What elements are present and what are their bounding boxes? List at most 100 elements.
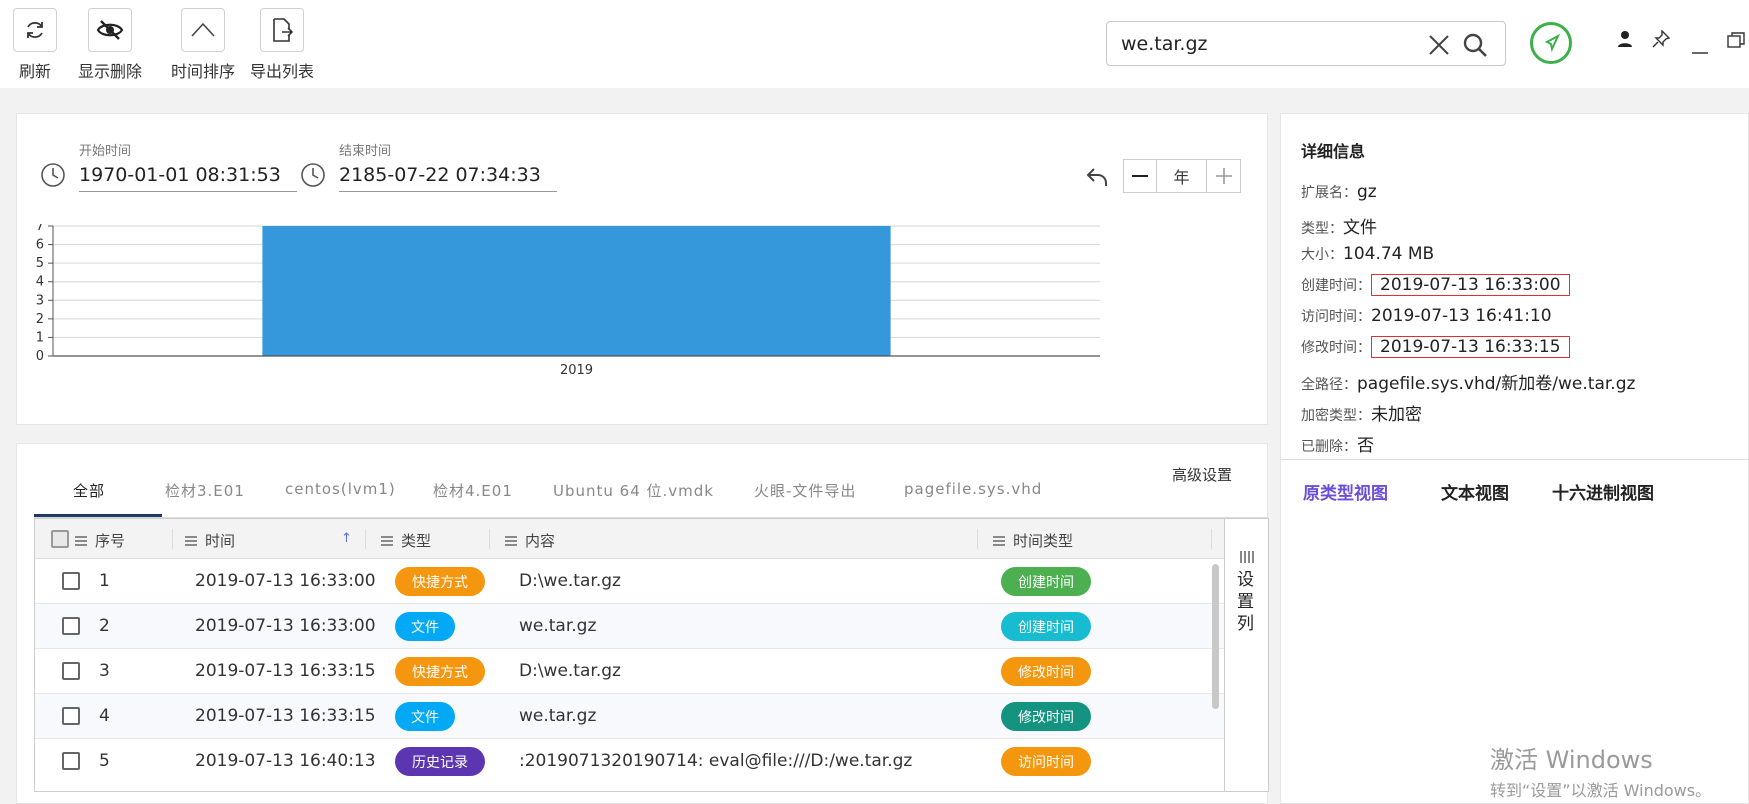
columns-icon [1240,551,1254,563]
y-tick-label: 1 [36,330,44,345]
zoom-unit[interactable]: 年 [1157,159,1207,193]
field-value: 否 [1357,436,1374,456]
y-tick-label: 3 [36,293,44,308]
column-menu-icon[interactable] [185,532,197,550]
time-sort-button[interactable]: 时间排序 [171,8,235,82]
export-list-button[interactable]: 导出列表 [250,8,314,82]
column-settings-button[interactable]: 设置列 [1224,519,1268,791]
pin-icon[interactable] [1652,29,1671,52]
column-separator [489,529,490,549]
cell-time: 2019-07-13 16:33:15 [195,706,376,726]
row-checkbox[interactable] [62,617,80,635]
table-row[interactable]: 5 2019-07-13 16:40:13 历史记录 :201907132019… [35,739,1225,791]
time-type-badge: 访问时间 [1001,747,1091,776]
detail-panel: 详细信息 扩展名：gz 类型：文件 大小：104.74 MB 创建时间： 2019… [1280,113,1749,804]
header-content[interactable]: 内容 [525,530,555,551]
y-tick-label: 0 [36,349,44,364]
export-file-icon [260,8,304,52]
field-value-highlighted: 2019-07-13 16:33:00 [1371,274,1570,296]
table-row[interactable]: 4 2019-07-13 16:33:15 文件 we.tar.gz 修改时间 [35,694,1225,739]
tab-file-export[interactable]: 火眼-文件导出 [754,480,856,501]
search-icon[interactable] [1462,32,1488,62]
cell-index: 2 [99,616,110,636]
user-icon[interactable] [1617,30,1633,52]
type-badge: 文件 [395,702,455,731]
start-time-label: 开始时间 [79,144,132,159]
restore-icon[interactable] [1727,32,1745,52]
header-type[interactable]: 类型 [401,530,431,551]
vertical-scrollbar[interactable] [1212,564,1219,709]
cell-index: 5 [99,751,110,771]
app-window: { "toolbar": { "refresh_label": "刷新", "s… [0,0,1749,804]
time-sort-label: 时间排序 [171,62,236,81]
end-time-field[interactable]: 2185-07-22 07:34:33 [339,158,557,192]
table-row[interactable]: 1 2019-07-13 16:33:00 快捷方式 D:\we.tar.gz … [35,559,1225,604]
zoom-out-button[interactable] [1123,159,1157,193]
select-all-checkbox[interactable] [51,530,69,548]
tab-native-view[interactable]: 原类型视图 [1303,479,1388,504]
refresh-button[interactable]: 刷新 [13,8,57,82]
tab-evidence3[interactable]: 检材3.E01 [165,480,245,501]
header-time[interactable]: 时间 [205,530,235,551]
sort-arrow-icon[interactable]: ↑ [341,531,352,546]
column-menu-icon[interactable] [993,532,1005,550]
end-time-label: 结束时间 [339,144,392,159]
start-time-field[interactable]: 1970-01-01 08:31:53 [79,158,297,192]
cell-content: :2019071320190714: eval@file:///D:/we.ta… [519,751,913,771]
tab-hex-view[interactable]: 十六进制视图 [1552,479,1654,504]
column-separator [977,529,978,549]
tab-evidence4[interactable]: 检材4.E01 [433,480,513,501]
refresh-label: 刷新 [18,62,51,81]
column-separator [172,529,173,549]
cell-time: 2019-07-13 16:40:13 [195,751,376,771]
cell-index: 3 [99,661,110,681]
tab-pagefile[interactable]: pagefile.sys.vhd [904,480,1042,498]
field-key: 创建时间： [1301,278,1371,294]
y-tick-label: 7 [36,224,44,234]
header-time-type[interactable]: 时间类型 [1013,530,1073,551]
minimize-icon[interactable] [1692,39,1708,58]
locate-button[interactable] [1530,22,1572,64]
tab-centos[interactable]: centos(lvm1) [285,480,396,498]
toolbar: 刷新 显示删除 时间排序 导出列表 we.tar.gz [0,0,1749,88]
clock-icon [300,162,326,192]
advanced-settings-button[interactable]: 高级设置 [1172,464,1232,485]
field-value: 文件 [1343,218,1377,238]
field-key: 访问时间： [1301,309,1371,325]
show-deleted-button[interactable]: 显示删除 [78,8,142,82]
type-badge: 文件 [395,612,455,641]
field-key: 扩展名： [1301,185,1357,201]
field-value: 2019-07-13 16:41:10 [1371,306,1552,326]
detail-divider [1281,459,1749,460]
event-table: 序号 时间 ↑ 类型 内容 时间类型 1 2019-07-13 16:33:00… [34,518,1269,792]
row-checkbox[interactable] [62,752,80,770]
cell-index: 1 [99,571,110,591]
row-checkbox[interactable] [62,662,80,680]
field-key: 大小： [1301,247,1343,263]
clear-icon[interactable] [1428,34,1450,60]
column-menu-icon[interactable] [381,532,393,550]
watermark-title: 激活 Windows [1490,746,1653,774]
show-deleted-label: 显示删除 [78,62,143,81]
table-row[interactable]: 2 2019-07-13 16:33:00 文件 we.tar.gz 创建时间 [35,604,1225,649]
refresh-icon [13,8,57,52]
row-checkbox[interactable] [62,572,80,590]
tab-ubuntu-vmdk[interactable]: Ubuntu 64 位.vmdk [553,480,714,501]
timeline-chart: 0 1 2 3 4 5 6 7 2019 [36,224,1100,378]
header-index[interactable]: 序号 [95,530,125,551]
row-checkbox[interactable] [62,707,80,725]
column-separator [1211,529,1212,549]
column-menu-icon[interactable] [75,532,87,550]
table-row[interactable]: 3 2019-07-13 16:33:15 快捷方式 D:\we.tar.gz … [35,649,1225,694]
search-input[interactable]: we.tar.gz [1121,33,1208,55]
zoom-in-button[interactable] [1207,159,1241,193]
detail-field: 访问时间：2019-07-13 16:41:10 [1301,306,1552,326]
tab-text-view[interactable]: 文本视图 [1441,479,1509,504]
cell-time: 2019-07-13 16:33:15 [195,661,376,681]
field-key: 已删除： [1301,439,1357,455]
zoom-control: 年 [1123,159,1241,193]
undo-icon[interactable] [1085,165,1109,193]
watermark-subtitle: 转到“设置”以激活 Windows。 [1490,781,1712,800]
tab-all[interactable]: 全部 [73,480,105,501]
column-menu-icon[interactable] [505,532,517,550]
